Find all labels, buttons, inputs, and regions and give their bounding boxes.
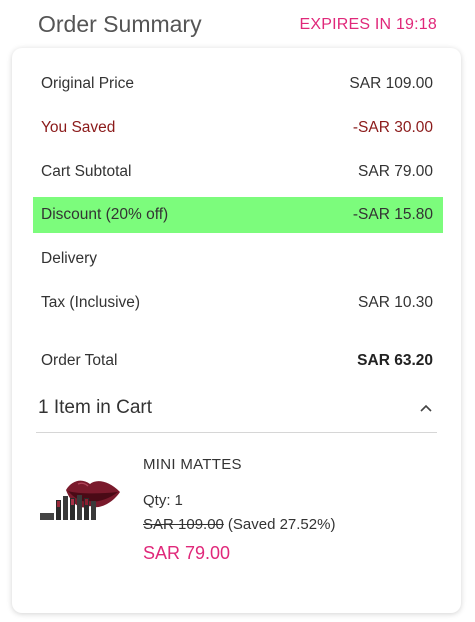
product-original-price: SAR 109.00 [143, 516, 224, 533]
cart-subtotal-label: Cart Subtotal [41, 163, 132, 180]
you-saved-value: -SAR 30.00 [352, 119, 433, 136]
cart-toggle[interactable]: 1 Item in Cart [36, 388, 436, 428]
delivery-row: Delivery [33, 241, 443, 277]
qty-label: Qty: [143, 492, 171, 509]
divider [36, 432, 437, 433]
tax-row: Tax (Inclusive) SAR 10.30 [33, 285, 443, 321]
lipstick-product-image [38, 476, 128, 526]
product-original-price-line: SAR 109.00 (Saved 27.52%) [143, 516, 335, 533]
cart-title: 1 Item in Cart [38, 397, 153, 418]
cart-subtotal-value: SAR 79.00 [358, 163, 433, 180]
tax-value: SAR 10.30 [358, 294, 433, 311]
original-price-row: Original Price SAR 109.00 [33, 66, 443, 102]
you-saved-label: You Saved [41, 119, 116, 136]
discount-value: -SAR 15.80 [352, 206, 433, 223]
original-price-value: SAR 109.00 [349, 75, 433, 92]
original-price-label: Original Price [41, 75, 135, 92]
product-saved-note: (Saved 27.52%) [227, 516, 336, 533]
cart-subtotal-row: Cart Subtotal SAR 79.00 [33, 154, 443, 190]
tax-label: Tax (Inclusive) [41, 294, 141, 311]
order-summary-header: Order Summary EXPIRES IN 19:18 [0, 0, 475, 48]
order-total-value: SAR 63.20 [357, 352, 433, 369]
qty-value: 1 [174, 492, 183, 509]
order-total-row: Order Total SAR 63.20 [33, 343, 443, 379]
expiry-timer: EXPIRES IN 19:18 [299, 16, 437, 33]
product-price: SAR 79.00 [143, 543, 231, 563]
discount-row: Discount (20% off) -SAR 15.80 [33, 197, 443, 233]
discount-label: Discount (20% off) [41, 206, 169, 223]
chevron-up-icon[interactable] [416, 398, 436, 418]
order-total-label: Order Total [41, 352, 118, 369]
product-quantity: Qty: 1 [143, 492, 183, 509]
page-title: Order Summary [38, 11, 202, 37]
you-saved-row: You Saved -SAR 30.00 [33, 110, 443, 146]
delivery-label: Delivery [41, 250, 97, 267]
product-name[interactable]: MINI MATTES [143, 456, 242, 473]
